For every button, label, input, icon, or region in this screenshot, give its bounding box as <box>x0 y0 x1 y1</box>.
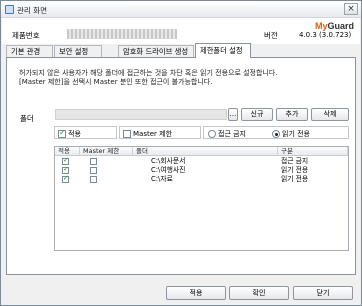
window-title: 관리 화면 <box>17 6 47 15</box>
product-number-value <box>67 29 177 39</box>
description: 허가되지 않은 사용자가 해당 폴더에 접근하는 것을 차단 혹은 읽기 전용으… <box>19 69 349 87</box>
app-icon <box>5 5 14 14</box>
description-line-2: [Master 제한]을 선택시 Master 분인 또한 접근이 불가능합니다… <box>19 78 213 86</box>
new-button[interactable]: 신규 <box>241 108 273 121</box>
product-header: 제품번호 버전 MyGuard 4.0.3 (3.0.723) <box>2 18 360 44</box>
close-icon: × <box>347 4 355 14</box>
product-number-label: 제품번호 <box>12 31 40 40</box>
version-label: 버전 <box>264 31 278 40</box>
myguard-logo: MyGuard <box>315 21 355 31</box>
row-type: 접근 금지 <box>281 157 309 165</box>
readonly-radio[interactable]: 읽기 전용 <box>272 129 310 139</box>
access-mode-box: 접근 금지 읽기 전용 <box>203 126 349 139</box>
table-row[interactable]: C:\여행사진 읽기 전용 <box>55 165 348 175</box>
apply-button[interactable]: 적용 <box>166 286 226 300</box>
master-option-box: Master 제한 <box>119 126 201 139</box>
master-restrict-checkbox[interactable]: Master 제한 <box>123 129 172 139</box>
folder-path-input[interactable] <box>55 109 227 120</box>
add-button[interactable]: 추가 <box>276 108 308 121</box>
row-master-checkbox[interactable] <box>90 157 97 166</box>
delete-button[interactable]: 삭제 <box>311 108 349 121</box>
browse-button[interactable]: ... <box>228 108 238 121</box>
block-access-radio[interactable]: 접근 금지 <box>208 129 246 139</box>
version-value: 4.0.3 (3.0.723) <box>299 31 352 39</box>
column-master[interactable]: Master 제한 <box>80 147 133 156</box>
close-dialog-button[interactable]: 닫기 <box>293 286 353 300</box>
apply-checkbox[interactable]: 적용 <box>58 128 81 139</box>
settings-window: 관리 화면 × 제품번호 버전 MyGuard 4.0.3 (3.0.723) … <box>0 0 362 306</box>
restricted-folder-panel: 허가되지 않은 사용자가 해당 폴더에 접근하는 것을 차단 혹은 읽기 전용으… <box>6 57 356 275</box>
title-bar: 관리 화면 × <box>1 1 361 18</box>
tab-restricted-folder[interactable]: 제한폴더 설정 <box>195 43 251 58</box>
restricted-folder-table: 적용 Master 제한 폴더 구분 C:\회사문서 접근 금지 C:\여행사진… <box>54 146 349 251</box>
row-apply-checkbox[interactable] <box>62 174 69 184</box>
table-header: 적용 Master 제한 폴더 구분 <box>55 147 348 156</box>
row-master-checkbox[interactable] <box>90 175 97 184</box>
folder-label: 폴더 <box>20 114 34 123</box>
tab-bar: 기본 관경 보안 설정 암호화 드라이브 생성 제한폴더 설정 <box>6 43 358 58</box>
row-type: 읽기 전용 <box>281 166 309 174</box>
ok-button[interactable]: 확인 <box>229 286 289 300</box>
row-folder-path: C:\회사문서 <box>151 157 186 165</box>
row-master-checkbox[interactable] <box>90 166 97 175</box>
row-folder-path: C:\여행사진 <box>151 166 186 174</box>
close-button[interactable]: × <box>344 3 358 15</box>
column-folder[interactable]: 폴더 <box>133 147 278 156</box>
apply-option-box: 적용 <box>54 126 117 139</box>
row-folder-path: C:\자료 <box>151 175 173 183</box>
row-type: 읽기 전용 <box>281 175 309 183</box>
column-type[interactable]: 구분 <box>278 147 348 156</box>
table-row[interactable]: C:\자료 읽기 전용 <box>55 174 348 184</box>
table-row[interactable]: C:\회사문서 접근 금지 <box>55 156 348 166</box>
description-line-1: 허가되지 않은 사용자가 해당 폴더에 접근하는 것을 차단 혹은 읽기 전용으… <box>19 69 278 77</box>
